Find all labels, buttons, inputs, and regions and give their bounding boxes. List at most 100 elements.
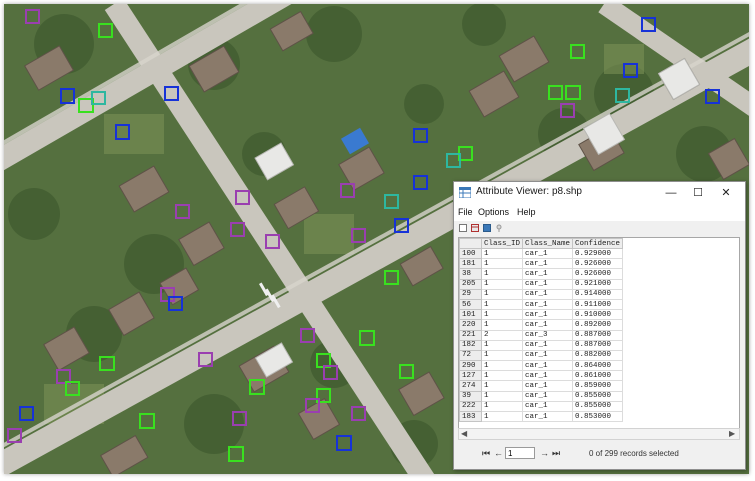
table-cell[interactable]: 0.926000 <box>572 268 624 280</box>
table-cell[interactable]: car_1 <box>522 258 574 270</box>
table-cell[interactable]: 0.864000 <box>572 360 624 372</box>
table-cell[interactable]: car_1 <box>522 360 574 372</box>
table-cell[interactable]: car_1 <box>522 349 574 362</box>
table-row[interactable]: 183 1 car_1 0.853000 <box>459 410 624 423</box>
table-cell[interactable]: 0.921000 <box>572 278 624 290</box>
row-id-cell[interactable]: 205 <box>459 278 482 290</box>
table-cell[interactable]: car_1 <box>522 268 574 280</box>
scroll-left-icon[interactable]: ◀ <box>461 429 467 439</box>
row-id-cell[interactable]: 274 <box>459 380 482 392</box>
column-header-class-id[interactable]: Class_ID <box>480 238 524 249</box>
table-cell[interactable]: 1 <box>480 380 524 392</box>
table-row[interactable]: 29 1 car_1 0.914000 <box>459 288 624 300</box>
row-id-cell[interactable]: 221 <box>459 329 482 341</box>
table-cell[interactable]: car_1 <box>522 288 574 300</box>
table-cell[interactable]: car_1 <box>522 410 574 423</box>
table-cell[interactable]: 1 <box>480 298 524 311</box>
zoom-icon[interactable] <box>483 224 491 232</box>
table-cell[interactable]: 1 <box>480 390 524 402</box>
table-cell[interactable]: 0.882000 <box>572 349 624 362</box>
row-id-cell[interactable]: 101 <box>459 309 482 321</box>
row-id-cell[interactable]: 127 <box>459 370 482 382</box>
table-cell[interactable]: 0.926000 <box>572 258 624 270</box>
row-id-cell[interactable]: 100 <box>459 247 482 260</box>
table-cell[interactable]: 1 <box>480 360 524 372</box>
table-cell[interactable]: car_1 <box>522 309 574 321</box>
table-cell[interactable]: car_1 <box>522 247 574 260</box>
maximize-button[interactable]: ☐ <box>685 182 711 204</box>
table-cell[interactable]: car_1 <box>522 298 574 311</box>
table-cell[interactable]: 0.910000 <box>572 309 624 321</box>
table-row[interactable]: 39 1 car_1 0.855000 <box>459 390 624 402</box>
row-id-cell[interactable]: 222 <box>459 400 482 413</box>
table-cell[interactable]: 1 <box>480 247 524 260</box>
row-id-cell[interactable]: 56 <box>459 298 482 311</box>
table-cell[interactable]: car_1 <box>522 339 574 351</box>
row-id-cell[interactable]: 38 <box>459 268 482 280</box>
table-row[interactable]: 100 1 car_1 0.929000 <box>459 247 624 260</box>
table-cell[interactable]: 1 <box>480 349 524 362</box>
menu-help[interactable]: Help <box>517 207 536 217</box>
table-cell[interactable]: 0.859000 <box>572 380 624 392</box>
last-record-button[interactable]: ⏭ <box>552 448 560 459</box>
select-icon[interactable] <box>459 224 467 232</box>
row-id-cell[interactable]: 183 <box>459 410 482 423</box>
column-header-rowid[interactable] <box>459 238 482 249</box>
minimize-button[interactable]: — <box>658 182 684 204</box>
table-cell[interactable]: 1 <box>480 319 524 331</box>
table-cell[interactable]: 0.855000 <box>572 400 624 413</box>
table-cell[interactable]: 0.892000 <box>572 319 624 331</box>
table-row[interactable]: 72 1 car_1 0.882000 <box>459 349 624 362</box>
table-row[interactable]: 274 1 car_1 0.859000 <box>459 380 624 392</box>
table-cell[interactable]: 1 <box>480 410 524 423</box>
table-cell[interactable]: car_1 <box>522 319 574 331</box>
table-cell[interactable]: car_1 <box>522 370 574 382</box>
table-cell[interactable]: 1 <box>480 339 524 351</box>
table-cell[interactable]: 2 <box>480 329 524 341</box>
table-cell[interactable]: car_1 <box>522 380 574 392</box>
table-icon[interactable] <box>471 224 479 232</box>
table-row[interactable]: 290 1 car_1 0.864000 <box>459 360 624 372</box>
table-row[interactable]: 221 2 car_3 0.887000 <box>459 329 624 341</box>
scroll-right-icon[interactable]: ▶ <box>729 429 735 439</box>
table-cell[interactable]: 0.855000 <box>572 390 624 402</box>
table-cell[interactable]: car_3 <box>522 329 574 341</box>
table-row[interactable]: 220 1 car_1 0.892000 <box>459 319 624 331</box>
first-record-button[interactable]: ⏮ <box>482 448 490 459</box>
table-cell[interactable]: 0.914000 <box>572 288 624 300</box>
table-row[interactable]: 56 1 car_1 0.911000 <box>459 298 624 311</box>
row-id-cell[interactable]: 39 <box>459 390 482 402</box>
table-cell[interactable]: 0.929000 <box>572 247 624 260</box>
table-cell[interactable]: 1 <box>480 278 524 290</box>
flash-icon[interactable] <box>495 224 503 232</box>
table-row[interactable]: 182 1 car_1 0.887000 <box>459 339 624 351</box>
column-header-class-name[interactable]: Class_Name <box>522 238 574 249</box>
menu-options[interactable]: Options <box>478 207 509 217</box>
menu-file[interactable]: File <box>458 207 473 217</box>
next-record-button[interactable]: → <box>540 448 549 458</box>
table-cell[interactable]: 1 <box>480 258 524 270</box>
table-cell[interactable]: 1 <box>480 309 524 321</box>
table-cell[interactable]: 1 <box>480 288 524 300</box>
horizontal-scrollbar[interactable]: ◀ ▶ <box>458 428 740 440</box>
table-cell[interactable]: 0.911000 <box>572 298 624 311</box>
row-id-cell[interactable]: 72 <box>459 349 482 362</box>
table-cell[interactable]: car_1 <box>522 390 574 402</box>
table-row[interactable]: 181 1 car_1 0.926000 <box>459 258 624 270</box>
attribute-viewer-window[interactable]: Attribute Viewer: p8.shp — ☐ ✕ File Opti… <box>453 181 746 470</box>
previous-record-button[interactable]: ← <box>494 448 503 458</box>
table-row[interactable]: 222 1 car_1 0.855000 <box>459 400 624 413</box>
row-id-cell[interactable]: 182 <box>459 339 482 351</box>
attribute-table[interactable]: Class_ID Class_Name Confidence 100 1 car_1… <box>458 237 740 429</box>
table-row[interactable]: 205 1 car_1 0.921000 <box>459 278 624 290</box>
row-id-cell[interactable]: 290 <box>459 360 482 372</box>
table-cell[interactable]: 1 <box>480 268 524 280</box>
table-row[interactable]: 101 1 car_1 0.910000 <box>459 309 624 321</box>
table-cell[interactable]: 1 <box>480 370 524 382</box>
table-cell[interactable]: car_1 <box>522 400 574 413</box>
close-button[interactable]: ✕ <box>713 182 739 204</box>
column-header-confidence[interactable]: Confidence <box>572 238 624 249</box>
row-id-cell[interactable]: 220 <box>459 319 482 331</box>
record-number-input[interactable] <box>505 447 535 459</box>
title-bar[interactable]: Attribute Viewer: p8.shp — ☐ ✕ <box>454 182 745 204</box>
